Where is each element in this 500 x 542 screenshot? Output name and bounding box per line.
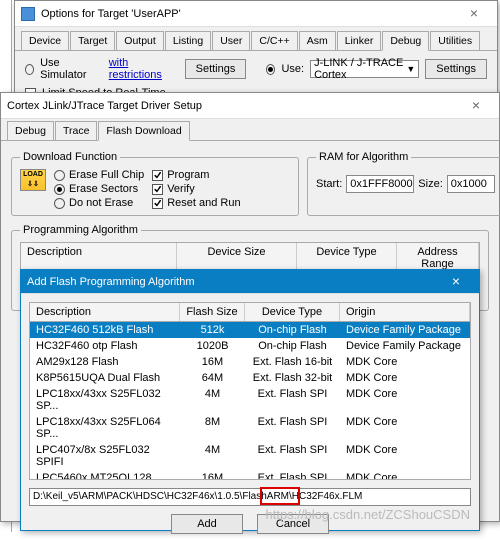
- table-row[interactable]: HC32F460 512kB Flash512kOn-chip FlashDev…: [30, 322, 470, 338]
- ram-legend: RAM for Algorithm: [316, 151, 411, 163]
- debugger-select[interactable]: J-LINK / J-TRACE Cortex ▼: [310, 60, 419, 78]
- do-not-erase-label: Do not Erase: [69, 197, 133, 209]
- path-input[interactable]: D:\Keil_v5\ARM\PACK\HDSC\HC32F46x\1.0.5\…: [29, 488, 471, 506]
- dl-legend: Download Function: [20, 151, 120, 163]
- verify-label: Verify: [167, 183, 195, 195]
- download-function-group: Download Function LOAD⇩⇩ Erase Full Chip…: [11, 151, 299, 216]
- add-flash-dialog: Add Flash Programming Algorithm × Descri…: [20, 269, 480, 531]
- col-dtype: Device Type: [245, 303, 340, 321]
- tab-device[interactable]: Device: [21, 31, 69, 50]
- table-row[interactable]: K8P5615UQA Dual Flash64MExt. Flash 32-bi…: [30, 370, 470, 386]
- options-tabs: Device Target Output Listing User C/C++ …: [15, 27, 497, 51]
- tab-output[interactable]: Output: [116, 31, 164, 50]
- tab-flashdl[interactable]: Flash Download: [98, 121, 189, 141]
- use-simulator-radio[interactable]: [25, 64, 34, 75]
- program-label: Program: [167, 169, 209, 181]
- ram-group: RAM for Algorithm Start: 0x1FFF8000 Size…: [307, 151, 500, 216]
- add-button[interactable]: Add: [171, 514, 243, 534]
- close-icon[interactable]: ×: [439, 272, 473, 292]
- erase-sectors-radio[interactable]: [54, 184, 65, 195]
- reset-run-check[interactable]: [152, 198, 163, 209]
- use-label: Use:: [281, 63, 304, 75]
- chevron-down-icon: ▼: [406, 64, 415, 74]
- table-row[interactable]: LPC407x/8x S25FL032 SPIFI4MExt. Flash SP…: [30, 442, 470, 470]
- start-input[interactable]: 0x1FFF8000: [346, 175, 414, 193]
- add-titlebar: Add Flash Programming Algorithm ×: [21, 270, 479, 294]
- start-label: Start:: [316, 178, 342, 190]
- tab-user[interactable]: User: [212, 31, 250, 50]
- settings-right-button[interactable]: Settings: [425, 59, 487, 79]
- prog-algo-legend: Programming Algorithm: [20, 224, 141, 236]
- tab-linker[interactable]: Linker: [337, 31, 382, 50]
- tab-trace[interactable]: Trace: [55, 121, 97, 140]
- table-row[interactable]: LPC5460x MT25QL128 SPIFI16MExt. Flash SP…: [30, 470, 470, 480]
- options-titlebar: Options for Target 'UserAPP' ×: [15, 1, 497, 27]
- tab-target[interactable]: Target: [70, 31, 115, 50]
- table-row[interactable]: LPC18xx/43xx S25FL064 SP...8MExt. Flash …: [30, 414, 470, 442]
- erase-sectors-label: Erase Sectors: [69, 183, 138, 195]
- do-not-erase-radio[interactable]: [54, 198, 65, 209]
- settings-left-button[interactable]: Settings: [185, 59, 247, 79]
- verify-check[interactable]: [152, 184, 163, 195]
- options-title: Options for Target 'UserAPP': [41, 8, 457, 20]
- erase-full-radio[interactable]: [54, 170, 65, 181]
- use-debugger-radio[interactable]: [266, 64, 275, 75]
- table-row[interactable]: LPC18xx/43xx S25FL032 SP...4MExt. Flash …: [30, 386, 470, 414]
- add-body: Description Flash Size Device Type Origi…: [21, 294, 479, 542]
- tab-debug[interactable]: Debug: [382, 31, 429, 51]
- jlink-tabs: Debug Trace Flash Download: [1, 119, 499, 141]
- tab-jdebug[interactable]: Debug: [7, 121, 54, 140]
- add-title: Add Flash Programming Algorithm: [27, 276, 439, 288]
- debugger-value: J-LINK / J-TRACE Cortex: [314, 57, 406, 81]
- program-check[interactable]: [152, 170, 163, 181]
- col-origin: Origin: [340, 303, 470, 321]
- use-simulator-label: Use Simulator: [40, 57, 95, 81]
- with-restrictions-link[interactable]: with restrictions: [109, 57, 169, 81]
- tab-asm[interactable]: Asm: [299, 31, 336, 50]
- jlink-titlebar: Cortex JLink/JTrace Target Driver Setup …: [1, 93, 499, 119]
- close-icon[interactable]: ×: [459, 96, 493, 116]
- erase-full-label: Erase Full Chip: [69, 169, 144, 181]
- app-icon: [21, 7, 35, 21]
- tab-listing[interactable]: Listing: [165, 31, 211, 50]
- load-icon: LOAD⇩⇩: [20, 169, 46, 191]
- size-input[interactable]: 0x1000: [447, 175, 495, 193]
- table-row[interactable]: HC32F460 otp Flash1020BOn-chip FlashDevi…: [30, 338, 470, 354]
- tab-cpp[interactable]: C/C++: [251, 31, 297, 50]
- table-row[interactable]: AM29x128 Flash16MExt. Flash 16-bitMDK Co…: [30, 354, 470, 370]
- col-fsize: Flash Size: [180, 303, 245, 321]
- close-icon[interactable]: ×: [457, 4, 491, 24]
- add-list[interactable]: HC32F460 512kB Flash512kOn-chip FlashDev…: [29, 322, 471, 480]
- size-label: Size:: [418, 178, 442, 190]
- cancel-button[interactable]: Cancel: [257, 514, 329, 534]
- red-highlight: [260, 487, 300, 505]
- reset-run-label: Reset and Run: [167, 197, 240, 209]
- tab-utilities[interactable]: Utilities: [430, 31, 480, 50]
- add-list-header: Description Flash Size Device Type Origi…: [29, 302, 471, 322]
- jlink-title: Cortex JLink/JTrace Target Driver Setup: [7, 100, 459, 112]
- col-desc: Description: [30, 303, 180, 321]
